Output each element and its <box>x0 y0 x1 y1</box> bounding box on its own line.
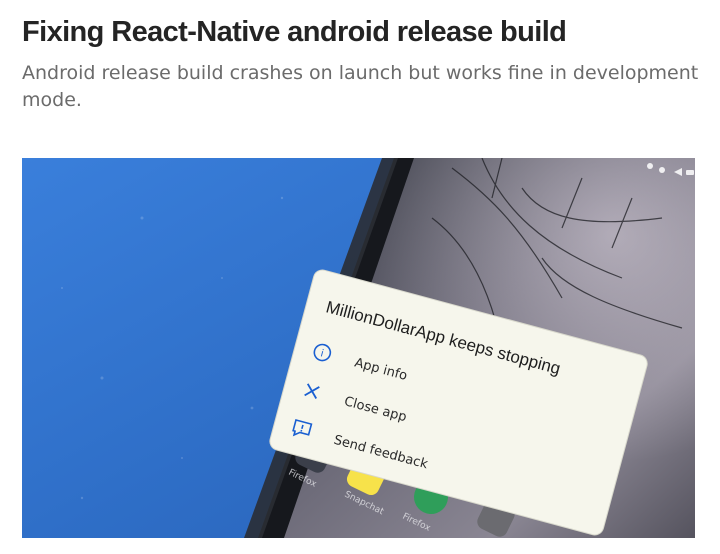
phone-photo: Firefox Snapchat Firefox MillionDollarAp… <box>22 158 695 538</box>
article-subtitle: Android release build crashes on launch … <box>22 62 699 111</box>
hero-image: Firefox Snapchat Firefox MillionDollarAp… <box>22 158 695 538</box>
article-title: Fixing React-Native android release buil… <box>22 16 567 48</box>
